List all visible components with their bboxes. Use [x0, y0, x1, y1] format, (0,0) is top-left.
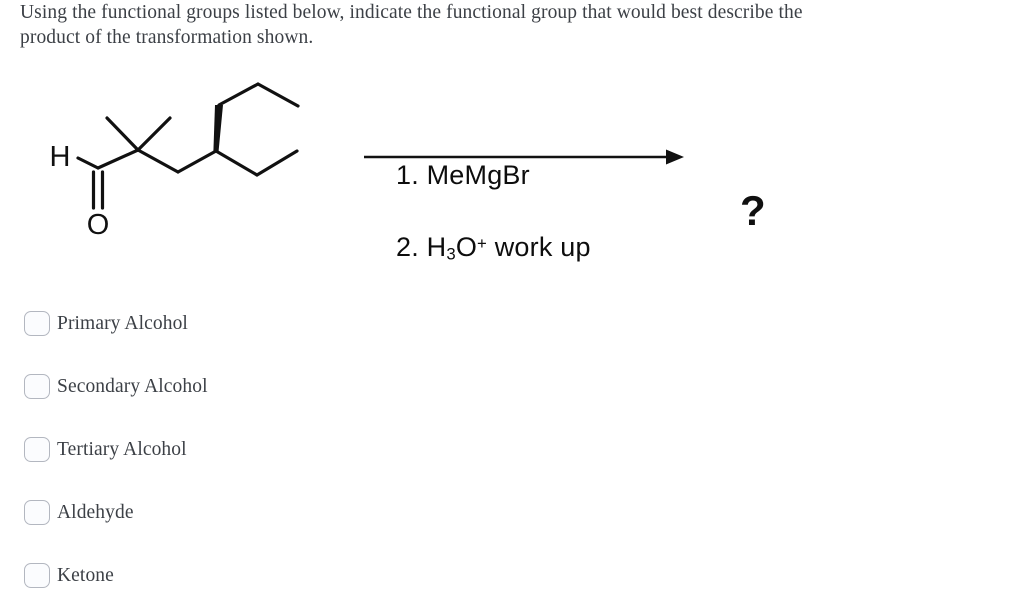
option-row-tertiary-alcohol[interactable]: Tertiary Alcohol [0, 418, 640, 481]
reagent-step-2: 2. H3O+ work up [396, 232, 591, 265]
bond-stereocenter-to-ethyl-ch2 [214, 149, 259, 177]
bond-ethyl-ch2-to-ch3 [255, 149, 299, 177]
option-label-primary-alcohol: Primary Alcohol [57, 312, 188, 334]
reaction-scheme: H O 1. MeMgBr 2. H3O+ work up ? [0, 62, 1024, 264]
checkbox-primary-alcohol[interactable] [24, 311, 50, 336]
bond-wedge-top-to-ch2 [217, 82, 260, 107]
reagent-step-2-suffix: work up [487, 232, 591, 262]
option-row-primary-alcohol[interactable]: Primary Alcohol [0, 292, 640, 355]
option-label-tertiary-alcohol: Tertiary Alcohol [57, 438, 187, 460]
arrow-head [666, 149, 684, 165]
option-label-ketone: Ketone [57, 564, 114, 586]
checkbox-aldehyde[interactable] [24, 500, 50, 525]
checkbox-tertiary-alcohol[interactable] [24, 437, 50, 462]
atom-label-hydrogen: H [50, 141, 71, 173]
bond-ch2-to-stereocenter [176, 149, 218, 174]
bond-h-to-carbonyl [76, 156, 100, 170]
bond-cq-to-ch2 [136, 148, 180, 174]
stereo-wedge-bond [213, 105, 223, 151]
option-label-aldehyde: Aldehyde [57, 501, 134, 523]
option-label-secondary-alcohol: Secondary Alcohol [57, 375, 208, 397]
reagent-step-2-mid: O [455, 232, 478, 262]
option-row-secondary-alcohol[interactable]: Secondary Alcohol [0, 355, 640, 418]
reagent-step-2-superscript: + [477, 233, 488, 253]
checkbox-secondary-alcohol[interactable] [24, 374, 50, 399]
reagent-step-1: 1. MeMgBr [396, 160, 530, 190]
reactant-structure: H O [50, 82, 300, 241]
answer-options-list: Primary Alcohol Secondary Alcohol Tertia… [0, 292, 640, 607]
option-row-ketone[interactable]: Ketone [0, 544, 640, 607]
bond-propyl-ch2-to-ch3 [256, 82, 300, 108]
bond-methyl-right [136, 116, 172, 152]
question-prompt: Using the functional groups listed below… [20, 2, 803, 48]
reagent-step-2-subscript: 3 [446, 244, 456, 264]
option-row-aldehyde[interactable]: Aldehyde [0, 481, 640, 544]
reagent-step-2-prefix: 2. H [396, 232, 447, 262]
bond-carbonyl-to-cq [96, 148, 140, 170]
bond-methyl-left [105, 116, 140, 152]
checkbox-ketone[interactable] [24, 563, 50, 588]
product-unknown-placeholder: ? [740, 187, 766, 234]
atom-label-oxygen: O [87, 209, 110, 241]
